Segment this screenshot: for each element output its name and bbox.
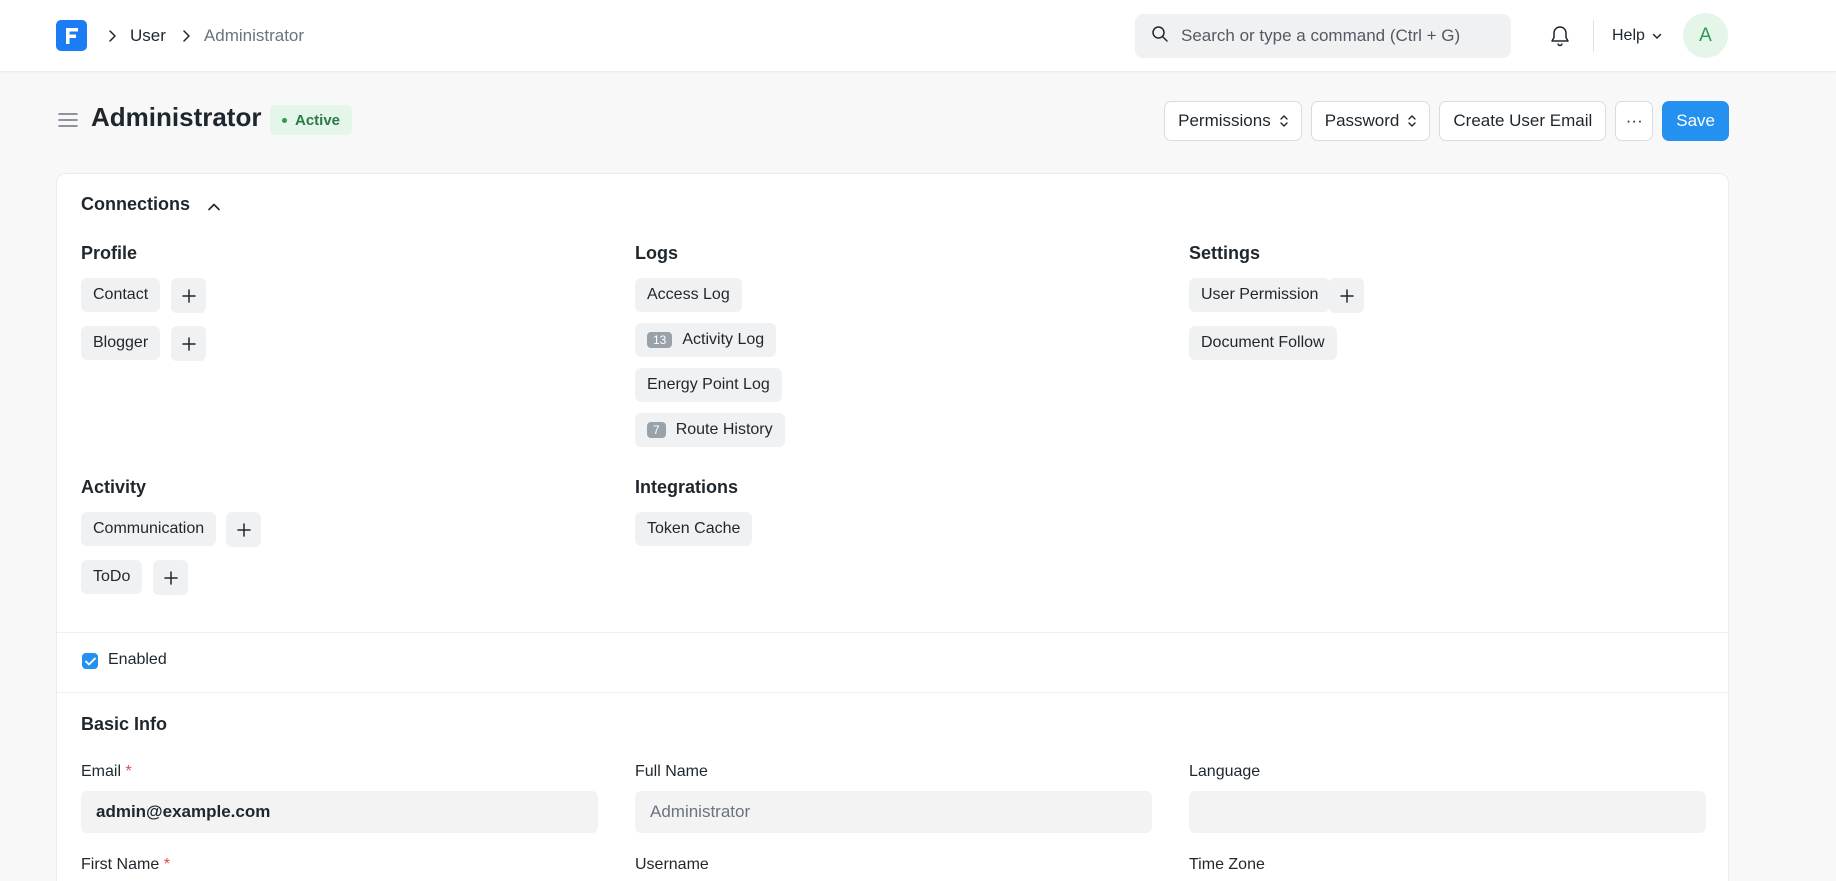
required-mark: *	[125, 763, 132, 780]
enabled-label[interactable]: Enabled	[108, 651, 167, 669]
password-label: Password	[1324, 111, 1400, 130]
connection-chip-energy-point-log[interactable]: Energy Point Log	[635, 368, 782, 402]
connection-chip-route-history[interactable]: 7 Route History	[635, 413, 785, 447]
select-arrows-icon	[1280, 115, 1288, 127]
email-label-text: Email	[81, 763, 122, 780]
chip-label: Document Follow	[1201, 334, 1325, 351]
checkmark-icon	[84, 657, 96, 665]
add-user-permission-button[interactable]	[1329, 278, 1364, 313]
form-card: Connections Profile Contact Blogger Logs…	[56, 173, 1729, 881]
connection-chip-blogger[interactable]: Blogger	[81, 326, 161, 360]
add-contact-button[interactable]	[171, 278, 206, 313]
app-logo-icon[interactable]	[56, 20, 87, 51]
help-label: Help	[1612, 27, 1645, 44]
connection-chip-activity-log[interactable]: 13 Activity Log	[635, 323, 777, 357]
chip-label: Access Log	[647, 286, 730, 303]
page-title: Administrator	[91, 102, 262, 132]
chevron-up-icon[interactable]	[206, 199, 222, 215]
full-name-field[interactable]: Administrator	[635, 791, 1152, 833]
add-communication-button[interactable]	[226, 512, 261, 547]
sidebar-toggle-icon[interactable]	[58, 110, 78, 130]
avatar-initial: A	[1699, 24, 1712, 46]
select-arrows-icon	[1408, 115, 1417, 127]
create-user-email-button[interactable]: Create User Email	[1439, 101, 1607, 141]
breadcrumb-user[interactable]: User	[130, 26, 166, 46]
plus-icon	[181, 336, 196, 351]
group-title-logs: Logs	[635, 243, 678, 263]
first-name-label: First Name *	[81, 856, 170, 874]
search-input[interactable]	[1181, 26, 1481, 46]
time-zone-label: Time Zone	[1189, 856, 1265, 873]
chip-label: User Permission	[1201, 286, 1319, 303]
avatar[interactable]: A	[1683, 13, 1728, 58]
chevron-right-icon	[104, 28, 120, 44]
breadcrumb: User Administrator	[100, 24, 304, 48]
add-blogger-button[interactable]	[171, 326, 206, 361]
group-title-profile: Profile	[81, 243, 138, 263]
chevron-down-icon	[1652, 33, 1662, 40]
connection-chip-contact[interactable]: Contact	[81, 278, 161, 312]
chip-label: Communication	[93, 520, 205, 537]
breadcrumb-administrator[interactable]: Administrator	[204, 26, 304, 46]
save-button[interactable]: Save	[1662, 101, 1729, 141]
chip-label: Token Cache	[647, 520, 741, 537]
username-label: Username	[635, 856, 709, 873]
connection-chip-communication[interactable]: Communication	[81, 512, 217, 546]
first-name-label-text: First Name	[81, 856, 160, 873]
language-field[interactable]	[1189, 791, 1706, 833]
more-actions-button[interactable]: ···	[1615, 101, 1654, 141]
chip-label: Contact	[93, 286, 149, 303]
status-badge: Active	[270, 105, 353, 135]
navbar: User Administrator Help A	[0, 0, 1836, 72]
section-divider	[57, 632, 1728, 633]
plus-icon	[236, 522, 251, 537]
awesomebar-search[interactable]	[1135, 14, 1511, 58]
full-name-label: Full Name	[635, 763, 708, 780]
plus-icon	[163, 570, 178, 585]
plus-icon	[1339, 288, 1354, 303]
connection-chip-todo[interactable]: ToDo	[81, 560, 143, 594]
full-name-value: Administrator	[650, 802, 751, 821]
status-dot-icon	[282, 117, 287, 123]
plus-icon	[181, 288, 196, 303]
connections-title[interactable]: Connections	[81, 194, 190, 215]
enabled-checkbox[interactable]	[82, 653, 98, 669]
language-label: Language	[1189, 763, 1261, 780]
add-todo-button[interactable]	[153, 560, 188, 595]
permissions-button[interactable]: Permissions	[1164, 101, 1302, 141]
email-value: admin@example.com	[96, 802, 271, 821]
help-dropdown[interactable]: Help	[1612, 25, 1663, 47]
chip-label: ToDo	[93, 568, 131, 585]
chip-label: Activity Log	[682, 331, 765, 348]
notification-bell-icon[interactable]	[1548, 24, 1572, 48]
section-divider	[57, 692, 1728, 693]
group-title-integrations: Integrations	[635, 477, 739, 497]
email-label: Email *	[81, 763, 132, 781]
required-mark: *	[163, 856, 170, 873]
group-title-activity: Activity	[81, 477, 147, 497]
count-badge: 7	[647, 422, 666, 438]
basic-info-title: Basic Info	[81, 714, 168, 734]
permissions-label: Permissions	[1178, 111, 1271, 130]
connection-chip-token-cache[interactable]: Token Cache	[635, 512, 753, 546]
navbar-divider	[1593, 20, 1594, 52]
page-actions: Permissions Password Create User Email ·…	[1164, 101, 1729, 141]
connection-chip-access-log[interactable]: Access Log	[635, 278, 742, 312]
connection-chip-document-follow[interactable]: Document Follow	[1189, 326, 1337, 360]
chevron-right-icon	[178, 28, 194, 44]
chip-label: Blogger	[93, 334, 149, 351]
status-label: Active	[295, 111, 341, 129]
chip-label: Energy Point Log	[647, 376, 770, 393]
group-title-settings: Settings	[1189, 243, 1261, 263]
email-field[interactable]: admin@example.com	[81, 791, 598, 833]
password-button[interactable]: Password	[1310, 101, 1431, 141]
chip-label: Route History	[675, 421, 773, 438]
search-icon	[1151, 25, 1169, 48]
count-badge: 13	[647, 332, 673, 348]
connection-chip-user-permission[interactable]: User Permission	[1189, 278, 1331, 312]
